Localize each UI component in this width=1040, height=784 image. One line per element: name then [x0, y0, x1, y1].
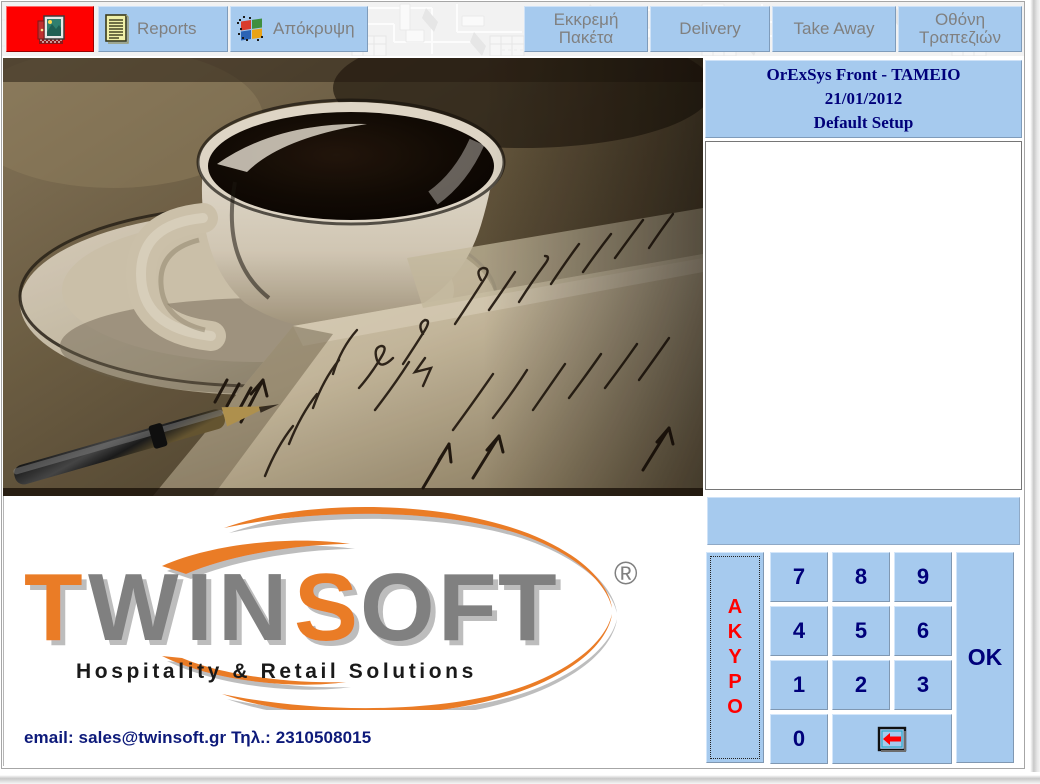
- key-8[interactable]: 8: [832, 552, 890, 602]
- windows-flag-icon: [237, 16, 263, 41]
- cancel-letter-2: Κ: [727, 621, 743, 643]
- key-2[interactable]: 2: [832, 660, 890, 710]
- reports-button-label: Reports: [137, 19, 197, 39]
- key-1[interactable]: 1: [770, 660, 828, 710]
- app-title: OrExSys Front - ΤΑΜΕΙΟ: [766, 64, 961, 84]
- hide-button-label: Απόκρυψη: [273, 19, 355, 39]
- tables-screen-label: Οθόνη Τραπεζιών: [919, 10, 1001, 47]
- svg-text:O: O: [360, 554, 436, 661]
- hide-button[interactable]: Απόκρυψη: [230, 6, 368, 52]
- key-3[interactable]: 3: [894, 660, 952, 710]
- branding-panel: T W I N S O F T ® Hospitality & Retail S…: [3, 496, 703, 766]
- delivery-button[interactable]: Delivery: [650, 6, 770, 52]
- ok-button[interactable]: OK: [956, 552, 1014, 763]
- svg-text:S: S: [294, 554, 359, 661]
- app-window: Reports Απόκρυψη Εκκρεμή Πακέτα Delivery…: [0, 0, 1040, 784]
- pending-packets-button[interactable]: Εκκρεμή Πακέτα: [524, 6, 648, 52]
- take-away-button[interactable]: Take Away: [772, 6, 896, 52]
- key-9[interactable]: 9: [894, 552, 952, 602]
- cancel-letter-4: Ρ: [728, 671, 742, 693]
- cancel-letter-1: Α: [727, 596, 743, 618]
- key-7[interactable]: 7: [770, 552, 828, 602]
- toolbar: Reports Απόκρυψη Εκκρεμή Πακέτα Delivery…: [2, 2, 1024, 56]
- key-6[interactable]: 6: [894, 606, 952, 656]
- amount-entry-field[interactable]: [707, 497, 1020, 545]
- delivery-label: Delivery: [679, 19, 741, 39]
- key-5[interactable]: 5: [832, 606, 890, 656]
- contact-info: email: sales@twinsoft.gr Τηλ.: 231050801…: [24, 728, 372, 747]
- cancel-letter-5: Ο: [727, 696, 743, 718]
- numeric-keypad: Α Κ Υ Ρ Ο 7 8 9 4 5 6 1 2 3 0 OK: [706, 550, 1022, 765]
- twinsoft-logo: T W I N S O F T ® Hospitality & Retail S…: [24, 507, 638, 710]
- pending-packets-label: Εκκρεμή Πακέτα: [553, 10, 619, 47]
- svg-text:T: T: [498, 554, 558, 661]
- svg-text:I: I: [186, 554, 214, 661]
- current-date: 21/01/2012: [824, 88, 903, 108]
- window-right-edge: [1026, 0, 1040, 784]
- window-bottom-edge: [0, 772, 1040, 784]
- info-header-panel: OrExSys Front - ΤΑΜΕΙΟ 21/01/2012 Defaul…: [705, 60, 1022, 138]
- cancel-button[interactable]: Α Κ Υ Ρ Ο: [706, 552, 764, 763]
- coffee-notepad-photo: [3, 58, 703, 496]
- reports-button[interactable]: Reports: [98, 6, 228, 52]
- svg-text:W: W: [88, 554, 180, 661]
- cancel-letter-3: Υ: [728, 646, 742, 668]
- key-4[interactable]: 4: [770, 606, 828, 656]
- tables-screen-button[interactable]: Οθόνη Τραπεζιών: [898, 6, 1022, 52]
- svg-text:F: F: [438, 554, 498, 661]
- exit-door-icon: [37, 15, 65, 44]
- document-icon: [105, 14, 129, 44]
- exit-button[interactable]: [6, 6, 94, 52]
- take-away-label: Take Away: [793, 19, 875, 39]
- backspace-arrow-icon: [877, 726, 907, 752]
- svg-text:Hospitality & Retail Solutions: Hospitality & Retail Solutions: [76, 660, 477, 683]
- svg-text:T: T: [24, 554, 84, 661]
- promo-photo: [3, 58, 703, 496]
- order-list-panel[interactable]: [705, 141, 1022, 490]
- svg-text:N: N: [218, 554, 288, 661]
- setup-name: Default Setup: [813, 113, 914, 133]
- key-0[interactable]: 0: [770, 714, 828, 764]
- svg-text:®: ®: [614, 555, 638, 591]
- backspace-button[interactable]: [832, 714, 952, 764]
